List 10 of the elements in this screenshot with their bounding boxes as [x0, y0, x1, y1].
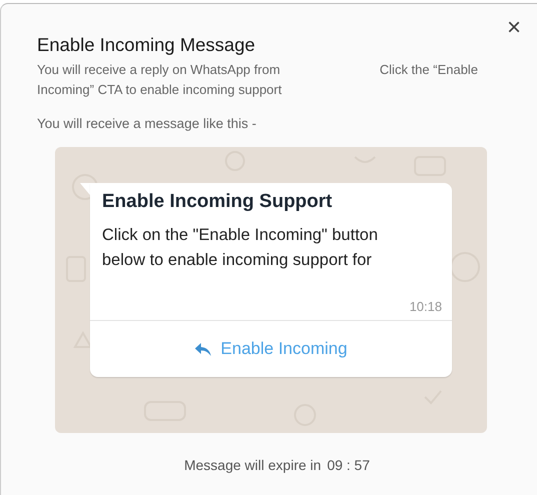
description-text: You will receive a reply on WhatsApp from Click the “Enable Incoming” CTA to enable incoming support: [37, 61, 479, 99]
message-heading: Enable Incoming Support: [101, 190, 334, 213]
close-button[interactable]: ×: [502, 16, 525, 40]
message-time: 10:18: [408, 299, 443, 316]
message-body: Click on the "Enable Incoming" button below to enable incoming support for: [101, 225, 379, 271]
dialog-title: Enable Incoming Message: [37, 34, 256, 56]
expiry-label: Message will expire in: [184, 457, 322, 473]
countdown-timer: 09 : 57: [327, 457, 370, 473]
reply-arrow-icon: [194, 342, 211, 356]
preview-intro-text: You will receive a message like this -: [37, 116, 258, 131]
